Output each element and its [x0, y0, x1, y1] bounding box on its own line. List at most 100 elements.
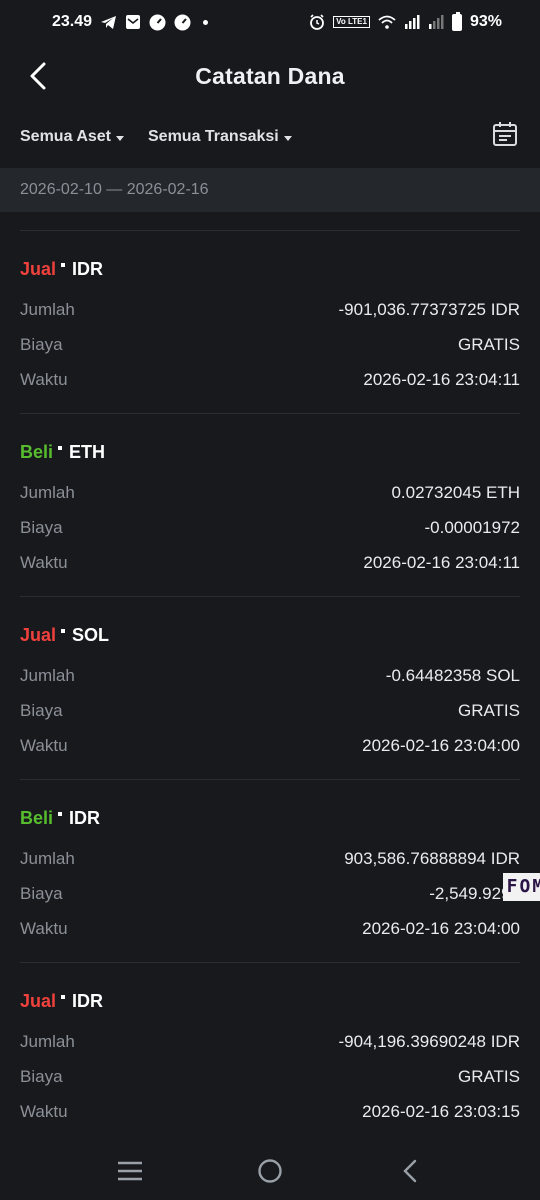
fee-value: GRATIS	[457, 700, 520, 720]
fomo-overlay-badge: FOMO	[502, 873, 540, 901]
volte-icon: Vo LTE1	[333, 16, 370, 28]
signal-weak-icon	[428, 15, 444, 29]
filter-bar: Semua Aset Semua Transaksi	[20, 118, 520, 156]
transaction-filter-dropdown[interactable]: Semua Transaksi	[148, 128, 292, 146]
record-side: Jual	[20, 258, 57, 279]
record-asset: IDR	[69, 807, 101, 828]
record-asset: IDR	[72, 990, 104, 1011]
amount-value: -904,196.39690248 IDR	[338, 1031, 520, 1051]
separator-dot-icon	[58, 446, 63, 450]
record-amount-row: Jumlah -0.64482358 SOL	[20, 658, 520, 693]
record-header: Beli IDR	[20, 806, 520, 830]
chevron-left-icon	[403, 1159, 417, 1183]
record-fee-row: Biaya GRATIS	[20, 693, 520, 728]
amount-label: Jumlah	[20, 848, 75, 868]
calendar-button[interactable]	[492, 121, 520, 151]
notification-dot-icon	[203, 19, 209, 25]
time-label: Waktu	[20, 369, 68, 389]
date-range-text: 2026-02-10 — 2026-02-16	[20, 181, 209, 198]
record-amount-row: Jumlah 903,586.76888894 IDR	[20, 841, 520, 876]
transaction-record[interactable]: Jual SOL Jumlah -0.64482358 SOL Biaya GR…	[20, 596, 520, 779]
nav-back-button[interactable]	[390, 1151, 430, 1191]
speedometer-icon-2	[174, 14, 191, 31]
alarm-icon	[309, 14, 325, 30]
amount-value: -901,036.77373725 IDR	[338, 299, 520, 319]
record-time-row: Waktu 2026-02-16 23:04:00	[20, 728, 520, 763]
time-value: 2026-02-16 23:04:11	[363, 552, 520, 572]
transaction-record[interactable]: Beli IDR Jumlah 903,586.76888894 IDR Bia…	[20, 779, 520, 962]
home-button[interactable]	[250, 1151, 290, 1191]
transaction-record[interactable]: Jual IDR Jumlah -901,036.77373725 IDR Bi…	[20, 230, 520, 413]
fee-value: GRATIS	[457, 1066, 520, 1086]
fee-value: GRATIS	[457, 334, 520, 354]
record-time-row: Waktu 2026-02-16 23:03:15	[20, 1094, 520, 1129]
time-value: 2026-02-16 23:04:11	[363, 369, 520, 389]
mail-icon	[125, 14, 141, 30]
record-header: Jual IDR	[20, 257, 520, 281]
record-fee-row: Biaya -2,549.9296	[20, 876, 520, 911]
record-amount-row: Jumlah -904,196.39690248 IDR	[20, 1024, 520, 1059]
record-time-row: Waktu 2026-02-16 23:04:11	[20, 545, 520, 580]
separator-dot-icon	[61, 263, 66, 267]
fee-label: Biaya	[20, 1066, 63, 1086]
speedometer-icon	[149, 14, 166, 31]
record-side: Jual	[20, 624, 57, 645]
amount-label: Jumlah	[20, 1031, 75, 1051]
record-fee-row: Biaya GRATIS	[20, 1059, 520, 1094]
transaction-record[interactable]: Beli ETH Jumlah 0.02732045 ETH Biaya -0.…	[20, 413, 520, 596]
back-button[interactable]	[18, 56, 58, 96]
caret-down-icon	[116, 135, 124, 141]
time-label: Waktu	[20, 918, 68, 938]
status-bar: 23.49 Vo LTE1 93%	[0, 0, 540, 44]
home-circle-icon	[258, 1159, 282, 1183]
telegram-icon	[100, 15, 117, 30]
date-range-bar[interactable]: 2026-02-10 — 2026-02-16	[0, 168, 540, 212]
caret-down-icon	[283, 135, 292, 141]
record-fee-row: Biaya GRATIS	[20, 327, 520, 362]
fee-label: Biaya	[20, 700, 63, 720]
fee-value: -0.00001972	[424, 517, 520, 537]
battery-icon	[451, 11, 462, 31]
record-side: Beli	[20, 807, 54, 828]
record-time-row: Waktu 2026-02-16 23:04:00	[20, 911, 520, 946]
status-left: 23.49	[52, 13, 209, 31]
transaction-filter-label: Semua Transaksi	[148, 128, 279, 145]
records-list: Jual IDR Jumlah -901,036.77373725 IDR Bi…	[20, 230, 520, 1145]
calendar-icon	[493, 122, 517, 146]
record-header: Jual IDR	[20, 989, 520, 1013]
signal-icon	[404, 15, 420, 29]
record-asset: SOL	[72, 624, 110, 645]
page-title: Catatan Dana	[195, 62, 345, 89]
system-nav-bar	[0, 1142, 540, 1200]
separator-dot-icon	[58, 812, 63, 816]
amount-value: -0.64482358 SOL	[385, 665, 520, 685]
record-header: Jual SOL	[20, 623, 520, 647]
time-value: 2026-02-16 23:04:00	[362, 735, 520, 755]
record-amount-row: Jumlah 0.02732045 ETH	[20, 475, 520, 510]
recent-apps-button[interactable]	[110, 1151, 150, 1191]
asset-filter-label: Semua Aset	[20, 128, 111, 145]
separator-dot-icon	[61, 995, 66, 999]
time-value: 2026-02-16 23:03:15	[362, 1101, 520, 1121]
asset-filter-dropdown[interactable]: Semua Aset	[20, 128, 124, 146]
amount-label: Jumlah	[20, 482, 75, 502]
record-asset: ETH	[69, 441, 106, 462]
chevron-left-icon	[30, 62, 46, 90]
separator-dot-icon	[61, 629, 66, 633]
time-label: Waktu	[20, 552, 68, 572]
record-header: Beli ETH	[20, 440, 520, 464]
amount-label: Jumlah	[20, 665, 75, 685]
menu-icon	[118, 1161, 142, 1181]
status-time: 23.49	[52, 13, 93, 30]
fee-label: Biaya	[20, 883, 63, 903]
transaction-record[interactable]: Jual IDR Jumlah -904,196.39690248 IDR Bi…	[20, 962, 520, 1145]
record-asset: IDR	[72, 258, 104, 279]
record-side: Beli	[20, 441, 54, 462]
status-right: Vo LTE1 93%	[309, 11, 502, 31]
time-value: 2026-02-16 23:04:00	[362, 918, 520, 938]
record-side: Jual	[20, 990, 57, 1011]
record-fee-row: Biaya -0.00001972	[20, 510, 520, 545]
amount-label: Jumlah	[20, 299, 75, 319]
header: Catatan Dana	[0, 48, 540, 104]
fee-label: Biaya	[20, 334, 63, 354]
